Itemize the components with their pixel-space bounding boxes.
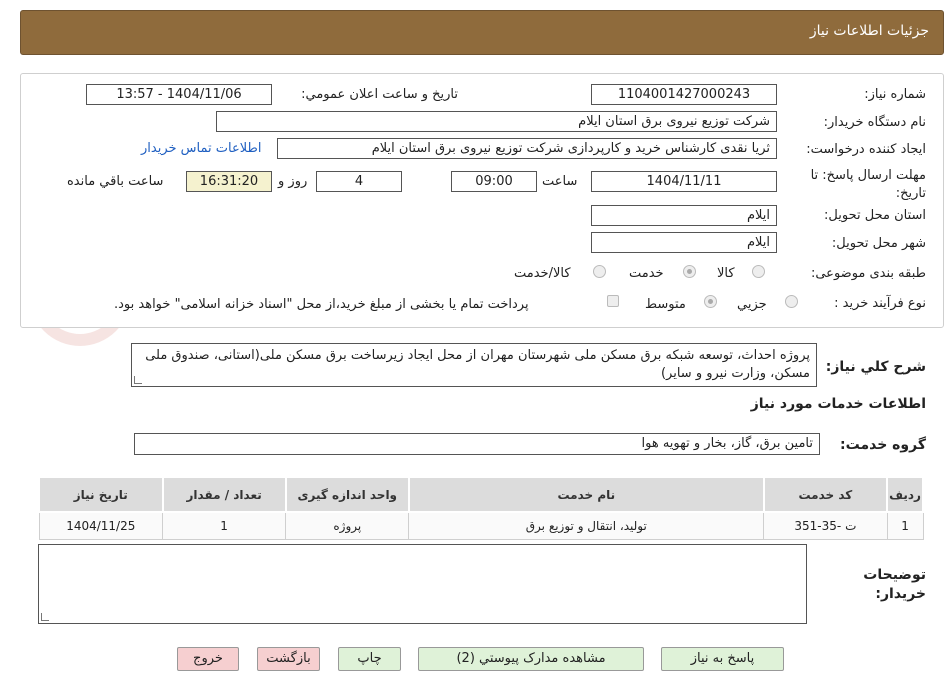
category-service-label: خدمت — [629, 266, 664, 281]
category-goods-service-label: كالا/خدمت — [514, 266, 571, 281]
city-field[interactable]: ايلام — [591, 232, 777, 253]
process-minor-radio[interactable] — [785, 295, 798, 308]
table-row[interactable]: 1 ت -35-351 توليد، انتقال و توزيع برق پر… — [38, 511, 924, 540]
province-field[interactable]: ايلام — [591, 205, 777, 226]
category-goods-service-radio[interactable] — [593, 265, 606, 278]
city-label: شهر محل تحويل: — [831, 236, 926, 251]
col-unit: واحد اندازه گيری — [284, 476, 410, 513]
remaining-time-field[interactable]: 16:31:20 — [186, 171, 272, 192]
need-number-label: شماره نیاز: — [864, 87, 926, 102]
category-goods-label: كالا — [717, 266, 735, 281]
province-label: استان محل تحويل: — [824, 208, 926, 223]
cell-need-date: 1404/11/25 — [38, 511, 164, 540]
service-group-label: گروه خدمت: — [840, 437, 926, 453]
back-button[interactable]: بازگشت — [257, 647, 320, 671]
description-label: شرح كلي نياز: — [825, 359, 926, 375]
payment-note: پرداخت تمام یا بخشی از مبلغ خرید،از محل … — [114, 297, 529, 312]
process-minor-label: جزيي — [737, 297, 767, 312]
view-attachments-button[interactable]: مشاهده مدارک پيوستي (2) — [418, 647, 644, 671]
col-quantity: تعداد / مقدار — [161, 476, 287, 513]
buyer-org-label: نام دستگاه خريدار: — [823, 115, 926, 130]
need-number-field[interactable]: 1104001427000243 — [591, 84, 777, 105]
buyer-org-field[interactable]: شركت توزيع نيروی برق استان ايلام — [216, 111, 777, 132]
col-need-date: تاريخ نياز — [38, 476, 164, 513]
page-header: جزئيات اطلاعات نیاز — [20, 10, 944, 55]
category-label: طبقه بندی موضوعی: — [810, 266, 926, 281]
category-goods-radio[interactable] — [752, 265, 765, 278]
services-table: رديف كد خدمت نام خدمت واحد اندازه گيری ت… — [38, 476, 924, 540]
resize-handle[interactable] — [134, 376, 142, 384]
process-medium-radio[interactable] — [704, 295, 717, 308]
resize-handle[interactable] — [41, 613, 49, 621]
cell-quantity: 1 — [162, 511, 287, 540]
process-medium-label: متوسط — [645, 297, 686, 312]
cell-row-number: 1 — [886, 511, 924, 540]
remaining-days-field[interactable]: 4 — [316, 171, 402, 192]
reply-button[interactable]: پاسخ به نياز — [661, 647, 784, 671]
remaining-label: ساعت باقي مانده — [67, 174, 164, 189]
requester-label: ايجاد كننده درخواست: — [806, 142, 926, 157]
deadline-time-field[interactable]: 09:00 — [451, 171, 537, 192]
buyer-notes-label: توضيحات خريدار: — [863, 567, 926, 602]
days-label: روز و — [278, 174, 308, 189]
announce-label: تاریخ و ساعت اعلان عمومي: — [301, 87, 458, 102]
col-service-code: كد خدمت — [762, 476, 889, 513]
requester-field[interactable]: ثريا نقدی كارشناس خريد و كارپردازی شركت … — [277, 138, 777, 159]
cell-service-name: توليد، انتقال و توزيع برق — [408, 511, 765, 540]
col-row-number: رديف — [886, 476, 924, 513]
treasury-payment-checkbox[interactable] — [607, 295, 619, 307]
service-group-field[interactable]: تامين برق، گاز، بخار و تهويه هوا — [134, 433, 820, 455]
announce-datetime-field[interactable]: 1404/11/06 - 13:57 — [86, 84, 272, 105]
table-header-row: رديف كد خدمت نام خدمت واحد اندازه گيری ت… — [38, 476, 924, 513]
page-title: جزئيات اطلاعات نیاز — [809, 23, 929, 39]
buyer-notes-textarea[interactable] — [38, 544, 807, 624]
deadline-label: مهلت ارسال پاسخ: تا تاريخ: — [810, 168, 926, 201]
description-textarea[interactable]: پروژه احداث، توسعه شبکه برق مسکن ملی شهر… — [131, 343, 817, 387]
col-service-name: نام خدمت — [407, 476, 765, 513]
services-section-title: اطلاعات خدمات مورد نياز — [750, 396, 926, 412]
process-label: نوع فرآيند خريد : — [834, 296, 926, 311]
category-service-radio[interactable] — [683, 265, 696, 278]
deadline-time-label: ساعت — [542, 174, 578, 189]
cell-unit: پروژه — [285, 511, 410, 540]
exit-button[interactable]: خروج — [177, 647, 239, 671]
buyer-contact-link[interactable]: اطلاعات تماس خریدار — [141, 141, 261, 156]
print-button[interactable]: چاپ — [338, 647, 401, 671]
cell-service-code: ت -35-351 — [763, 511, 888, 540]
description-text: پروژه احداث، توسعه شبکه برق مسکن ملی شهر… — [145, 348, 810, 381]
deadline-date-field[interactable]: 1404/11/11 — [591, 171, 777, 192]
